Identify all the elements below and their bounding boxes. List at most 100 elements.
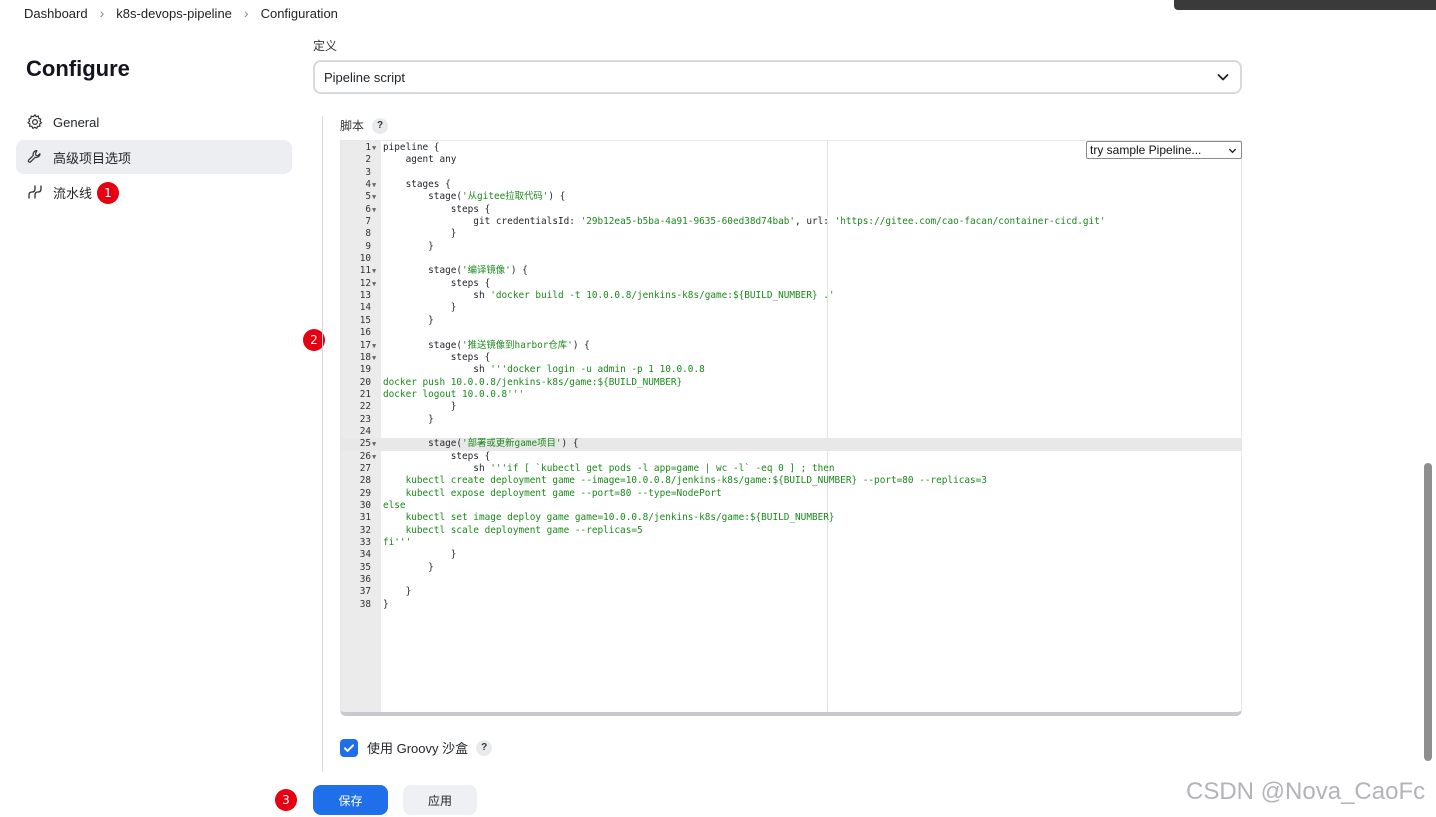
code-line[interactable]: 38} bbox=[341, 599, 1241, 611]
code-line[interactable]: 8 } bbox=[341, 228, 1241, 240]
apply-button[interactable]: 应用 bbox=[403, 785, 477, 815]
fold-arrow-icon[interactable]: ▼ bbox=[372, 191, 376, 203]
page-scrollbar[interactable] bbox=[1424, 463, 1432, 761]
fold-arrow-icon[interactable]: ▼ bbox=[372, 142, 376, 154]
groovy-sandbox-checkbox[interactable] bbox=[340, 738, 358, 757]
code-line[interactable]: 22 } bbox=[341, 401, 1241, 413]
code-line[interactable]: 35 } bbox=[341, 562, 1241, 574]
code-line[interactable]: 25 ▼ stage('部署或更新game项目') { bbox=[341, 438, 1241, 451]
fold-arrow-icon[interactable]: ▼ bbox=[372, 451, 376, 463]
code-line[interactable]: 20 docker push 10.0.0.8/jenkins-k8s/game:… bbox=[341, 377, 1241, 389]
code-line[interactable]: 30 else bbox=[341, 500, 1241, 512]
code-line[interactable]: 32 kubectl scale deployment game --repli… bbox=[341, 525, 1241, 537]
code-line[interactable]: 14 } bbox=[341, 302, 1241, 314]
code-line[interactable]: 12 ▼ steps { bbox=[341, 278, 1241, 290]
line-number: 6 bbox=[365, 203, 371, 215]
line-number: 10 bbox=[359, 253, 371, 265]
breadcrumb-configuration[interactable]: Configuration bbox=[257, 6, 342, 21]
breadcrumb: Dashboard › k8s-devops-pipeline › Config… bbox=[0, 0, 1170, 26]
line-number: 38 bbox=[359, 598, 371, 610]
code-line[interactable]: 15 } bbox=[341, 315, 1241, 327]
code-text: steps { bbox=[383, 203, 491, 215]
line-number: 34 bbox=[359, 549, 371, 561]
code-text: sh '''docker login -u admin -p 1 10.0.0.… bbox=[383, 364, 705, 376]
code-line[interactable]: 13 sh 'docker build -t 10.0.0.8/jenkins-… bbox=[341, 290, 1241, 302]
groovy-sandbox-row: 使用 Groovy 沙盒 ? bbox=[340, 738, 493, 757]
code-text: steps { bbox=[383, 351, 491, 363]
definition-select[interactable]: Pipeline script bbox=[313, 60, 1242, 94]
line-number: 22 bbox=[359, 401, 371, 413]
code-line[interactable]: 5 ▼ stage('从gitee拉取代码') { bbox=[341, 191, 1241, 203]
code-line[interactable]: 7 git credentialsId: '29b12ea5-b5ba-4a91… bbox=[341, 216, 1241, 228]
line-number: 27 bbox=[359, 462, 371, 474]
code-lines: 1 ▼ pipeline {2 agent any 3 4 ▼ stages {5 ▼ st… bbox=[341, 142, 1241, 611]
code-line[interactable]: 29 kubectl expose deployment game --port… bbox=[341, 488, 1241, 500]
line-number: 4 bbox=[365, 179, 371, 191]
sidebar-item-pipeline[interactable]: 流水线 bbox=[16, 175, 292, 209]
code-text: kubectl scale deployment game --replicas… bbox=[383, 524, 643, 536]
code-text: steps { bbox=[383, 277, 491, 289]
fold-arrow-icon[interactable]: ▼ bbox=[372, 438, 376, 450]
section-divider bbox=[322, 116, 323, 772]
code-line[interactable]: 16 bbox=[341, 327, 1241, 339]
script-label-text: 脚本 bbox=[340, 119, 365, 133]
code-line[interactable]: 37 } bbox=[341, 586, 1241, 598]
sample-pipeline-select[interactable]: try sample Pipeline... bbox=[1086, 141, 1242, 159]
code-line[interactable]: 31 kubectl set image deploy game game=10… bbox=[341, 512, 1241, 524]
code-text: else bbox=[383, 499, 406, 511]
help-icon[interactable]: ? bbox=[372, 117, 389, 134]
code-line[interactable]: 36 bbox=[341, 574, 1241, 586]
code-line[interactable]: 27 sh '''if [ `kubectl get pods -l app=g… bbox=[341, 463, 1241, 475]
code-line[interactable]: 11 ▼ stage('编译镜像') { bbox=[341, 265, 1241, 277]
code-line[interactable]: 33 fi''' bbox=[341, 537, 1241, 549]
code-line[interactable]: 34 } bbox=[341, 549, 1241, 561]
fold-arrow-icon[interactable]: ▼ bbox=[372, 265, 376, 277]
sidebar-item-general[interactable]: General bbox=[16, 105, 292, 139]
fold-arrow-icon[interactable]: ▼ bbox=[372, 352, 376, 364]
fold-arrow-icon[interactable]: ▼ bbox=[372, 278, 376, 290]
line-number: 17 bbox=[359, 339, 371, 351]
sidebar-item-label: 流水线 bbox=[53, 185, 93, 201]
code-text: fi''' bbox=[383, 537, 412, 548]
code-text: docker logout 10.0.0.8''' bbox=[383, 388, 525, 400]
breadcrumb-job[interactable]: k8s-devops-pipeline bbox=[112, 6, 236, 21]
line-number: 9 bbox=[365, 240, 371, 252]
sidebar-item-advanced[interactable]: 高级项目选项 bbox=[16, 140, 292, 174]
fold-arrow-icon[interactable]: ▼ bbox=[372, 340, 376, 352]
help-icon[interactable]: ? bbox=[476, 739, 493, 756]
code-line[interactable]: 24 bbox=[341, 426, 1241, 438]
code-editor[interactable]: 1 ▼ pipeline {2 agent any 3 4 ▼ stages {5 ▼ st… bbox=[340, 140, 1242, 716]
line-number: 11 bbox=[359, 265, 371, 277]
code-line[interactable]: 6 ▼ steps { bbox=[341, 204, 1241, 216]
script-label: 脚本 ? bbox=[340, 117, 389, 134]
line-number: 15 bbox=[359, 314, 371, 326]
fold-arrow-icon[interactable]: ▼ bbox=[372, 204, 376, 216]
line-number: 5 bbox=[365, 191, 371, 203]
line-number: 24 bbox=[359, 425, 371, 437]
code-text: sh '''if [ `kubectl get pods -l app=game… bbox=[383, 462, 835, 474]
save-button[interactable]: 保存 bbox=[313, 785, 388, 815]
code-text: } bbox=[383, 228, 457, 240]
code-line[interactable]: 23 } bbox=[341, 414, 1241, 426]
code-line[interactable]: 19 sh '''docker login -u admin -p 1 10.0… bbox=[341, 364, 1241, 376]
line-number: 18 bbox=[359, 351, 371, 363]
chevron-right-icon: › bbox=[99, 5, 105, 21]
code-line[interactable]: 10 bbox=[341, 253, 1241, 265]
code-text: agent any bbox=[383, 154, 457, 166]
code-line[interactable]: 17 ▼ stage('推送镜像到harbor仓库') { bbox=[341, 340, 1241, 352]
watermark: CSDN @Nova_CaoFc bbox=[1186, 778, 1426, 805]
code-text: stage('从gitee拉取代码') { bbox=[383, 191, 566, 203]
code-text: } bbox=[383, 401, 457, 413]
code-line[interactable]: 4 ▼ stages { bbox=[341, 179, 1241, 191]
chevron-right-icon: › bbox=[243, 5, 249, 21]
code-line[interactable]: 9 } bbox=[341, 241, 1241, 253]
code-line[interactable]: 18 ▼ steps { bbox=[341, 352, 1241, 364]
line-number: 29 bbox=[359, 487, 371, 499]
code-line[interactable]: 21 docker logout 10.0.0.8''' bbox=[341, 389, 1241, 401]
line-number: 25 bbox=[359, 438, 371, 450]
code-line[interactable]: 3 bbox=[341, 167, 1241, 179]
code-line[interactable]: 26 ▼ steps { bbox=[341, 451, 1241, 463]
code-line[interactable]: 28 kubectl create deployment game --imag… bbox=[341, 475, 1241, 487]
fold-arrow-icon[interactable]: ▼ bbox=[372, 179, 376, 191]
breadcrumb-dashboard[interactable]: Dashboard bbox=[20, 6, 92, 21]
